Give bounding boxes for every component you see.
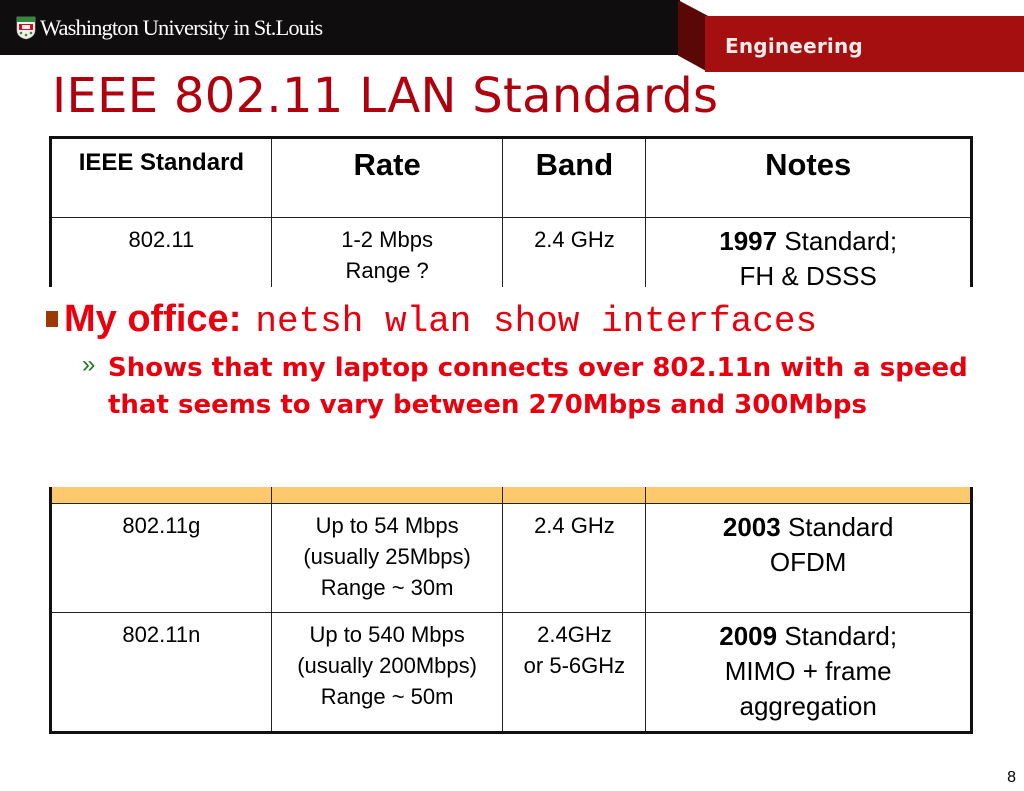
cell-band: 2.4GHz or 5-6GHz	[502, 612, 647, 733]
cell-standard: 802.11g	[50, 503, 272, 613]
slide-title: IEEE 802.11 LAN Standards	[52, 68, 719, 124]
table-header-row: IEEE Standard Rate Band Notes	[50, 137, 972, 218]
header-band: Band	[502, 137, 647, 218]
callout-bullet: My office: netsh wlan show interfaces	[46, 298, 817, 342]
cell-rate: Up to 54 Mbps (usually 25Mbps) Range ~ 30m	[270, 503, 504, 613]
cell-rate: Up to 540 Mbps (usually 200Mbps) Range ~ 5…	[270, 612, 504, 733]
cell-standard: 802.11n	[50, 612, 272, 733]
cell-notes: 2003 Standard OFDM	[645, 503, 972, 613]
notes-year: 1997	[719, 226, 778, 256]
university-name: Washington University in St.Louis	[40, 15, 323, 40]
header-rate: Rate	[270, 137, 504, 218]
table-row: 802.11g Up to 54 Mbps (usually 25Mbps) Rang…	[50, 503, 972, 613]
double-chevron-icon: »	[82, 351, 96, 378]
header-standard: IEEE Standard	[50, 137, 272, 218]
notes-year: 2003	[722, 512, 781, 542]
notes-year: 2009	[719, 621, 778, 651]
callout-command: netsh wlan show interfaces	[255, 301, 818, 342]
university-logo: Washington University in St.Louis	[16, 15, 323, 41]
cell-band: 2.4 GHz	[502, 503, 647, 613]
table-row: 802.11n Up to 540 Mbps (usually 200Mbps) Ra…	[50, 612, 972, 733]
callout-label: My office:	[64, 298, 242, 340]
crest-icon	[16, 16, 36, 40]
square-bullet-icon	[46, 311, 58, 327]
header-notes: Notes	[645, 137, 972, 218]
callout-sub-bullet: » Shows that my laptop connects over 802…	[82, 350, 1002, 424]
cell-notes: 2009 Standard; MIMO + frame aggregation	[645, 612, 972, 733]
callout-sub-text: Shows that my laptop connects over 802.1…	[108, 353, 968, 420]
school-name: Engineering	[725, 34, 863, 58]
header-fold	[678, 0, 708, 72]
page-number: 8	[1007, 769, 1016, 786]
